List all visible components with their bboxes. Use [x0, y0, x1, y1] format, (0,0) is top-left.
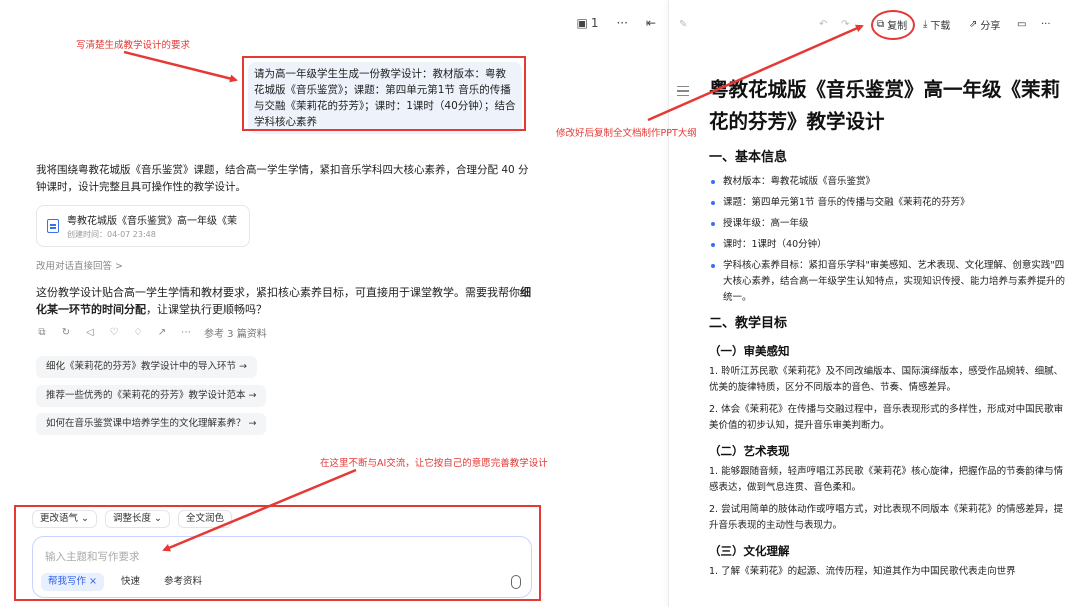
annotation-circle-copy: [871, 10, 915, 40]
chat-top-bar: ▣ 1 ··· ⇤: [577, 16, 657, 30]
suggestion-item[interactable]: 如何在音乐鉴赏课中培养学生的文化理解素养？ →: [36, 413, 267, 435]
paragraph: 1. 聆听江苏民歌《茉莉花》及不同改编版本、国际演绎版本，感受作品婉转、细腻、优…: [709, 366, 1064, 393]
share-button[interactable]: ⇗ 分享: [969, 12, 1000, 36]
paragraph: 2. 体会《茉莉花》在传播与交融过程中，音乐表现形式的多样性，形成对中国民歌审美…: [709, 404, 1064, 431]
page-icon: ▣: [576, 16, 588, 30]
download-icon: ⤓: [923, 18, 928, 30]
thumbs-down-icon[interactable]: ♢: [132, 327, 144, 339]
comment-icon[interactable]: ▭: [1017, 12, 1026, 36]
paragraph: 1. 了解《茉莉花》的起源、流传历程，知道其作为中国民歌代表走向世界: [709, 566, 1016, 577]
suggestion-item[interactable]: 细化《茉莉花的芬芳》教学设计中的导入环节 →: [36, 356, 257, 378]
download-button[interactable]: ⤓ 下载: [923, 12, 950, 36]
followup-post: ，让课堂执行更顺畅吗？: [146, 303, 267, 316]
app-root: ▣ 1 ··· ⇤ 请为高一年级学生生成一份教学设计：教材版本：粤教花城版《音乐鉴…: [0, 0, 1080, 607]
page-indicator[interactable]: ▣ 1: [577, 16, 599, 30]
section-heading: 一、基本信息: [709, 150, 788, 165]
ai-reply-followup: 这份教学设计贴合高一学生学情和教材要求，紧扣核心素养目标，可直接用于课堂教学。需…: [36, 284, 532, 318]
subsection-heading: （二）艺术表现: [709, 444, 790, 458]
subsection-heading: （一）审美感知: [709, 344, 790, 358]
list-item: 课时：1课时（40分钟）: [709, 237, 1069, 253]
more-icon[interactable]: ···: [1041, 12, 1051, 36]
document-title: 粤教花城版《音乐鉴赏》高一年级《茉莉花的芬芳》教学设计: [709, 78, 1061, 133]
collapse-icon[interactable]: ⇤: [646, 16, 656, 30]
outline-menu-icon[interactable]: [677, 86, 689, 96]
list-item: 课题：第四单元第1节 音乐的传播与交融《茉莉花的芬芳》: [709, 195, 1069, 211]
basic-info-list: 教材版本：粤教花城版《音乐鉴赏》 课题：第四单元第1节 音乐的传播与交融《茉莉花…: [709, 174, 1069, 306]
annotation-box-composer: [14, 505, 541, 601]
paragraph: 2. 尝试用简单的肢体动作或哼唱方式，对比表现不同版本《茉莉花》的情感差异，提升…: [709, 504, 1064, 531]
paragraph: 1. 能够跟随音频，轻声哼唱江苏民歌《茉莉花》核心旋律，把握作品的节奏韵律与情感…: [709, 466, 1064, 493]
document-body: 粤教花城版《音乐鉴赏》高一年级《茉莉花的芬芳》教学设计 一、基本信息 教材版本：…: [709, 74, 1069, 586]
doc-card-time: 创建时间：04-07 23:48: [67, 230, 156, 239]
annotation-text-bottom: 在这里不断与AI交流，让它按自己的意愿完善教学设计: [320, 458, 548, 469]
share-icon: ⇗: [969, 18, 978, 30]
thumbs-up-icon[interactable]: ♡: [108, 327, 120, 339]
speaker-icon[interactable]: ◁: [84, 327, 96, 339]
more-icon[interactable]: ···: [616, 16, 627, 30]
more-icon[interactable]: ⋯: [180, 327, 192, 339]
followup-pre: 这份教学设计贴合高一学生学情和教材要求，紧扣核心素养目标，可直接用于课堂教学。需…: [36, 286, 520, 299]
generated-doc-card[interactable]: 粤教花城版《音乐鉴赏》高一年级《茉莉… 创建时间：04-07 23:48: [36, 205, 250, 247]
redo-icon[interactable]: ↷: [841, 12, 849, 36]
ai-reply-intro: 我将围绕粤教花城版《音乐鉴赏》课题，结合高一学生学情，紧扣音乐学科四大核心素养，…: [36, 164, 529, 193]
doc-card-text: 粤教花城版《音乐鉴赏》高一年级《茉莉… 创建时间：04-07 23:48: [67, 212, 237, 240]
doc-card-title: 粤教花城版《音乐鉴赏》高一年级《茉莉…: [67, 216, 237, 227]
copy-icon[interactable]: ⧉: [36, 327, 48, 339]
reference-count[interactable]: 参考 3 篇资料: [204, 325, 267, 340]
annotation-text-right: 修改好后复制全文档制作PPT大纲: [556, 128, 697, 139]
regenerate-icon[interactable]: ↻: [60, 327, 72, 339]
share-icon[interactable]: ↗: [156, 327, 168, 339]
subsection-heading: （三）文化理解: [709, 544, 790, 558]
document-pane: ✎ ↶ ↷ ⧉ 复制 ⤓ 下载 ⇗ 分享 ▭ ··· 粤教花城版《音乐鉴赏》高一年级《…: [668, 0, 1080, 607]
section-heading: 二、教学目标: [709, 316, 788, 331]
list-item: 授课年级：高一年级: [709, 216, 1069, 232]
annotation-box-prompt: [242, 56, 526, 131]
list-item: 教材版本：粤教花城版《音乐鉴赏》: [709, 174, 1069, 190]
suggestion-item[interactable]: 推荐一些优秀的《茉莉花的芬芳》教学设计范本 →: [36, 385, 267, 407]
reply-actions: ⧉ ↻ ◁ ♡ ♢ ↗ ⋯ 参考 3 篇资料: [36, 325, 267, 341]
list-item: 学科核心素养目标：紧扣音乐学科"审美感知、艺术表现、文化理解、创意实践"四大核心…: [709, 258, 1069, 306]
alt-answer-link[interactable]: 改用对话直接回答 >: [36, 258, 123, 272]
annotation-text-top: 写清楚生成教学设计的要求: [76, 40, 191, 51]
edit-icon[interactable]: ✎: [679, 12, 687, 36]
undo-icon[interactable]: ↶: [819, 12, 827, 36]
document-icon: [47, 219, 59, 233]
